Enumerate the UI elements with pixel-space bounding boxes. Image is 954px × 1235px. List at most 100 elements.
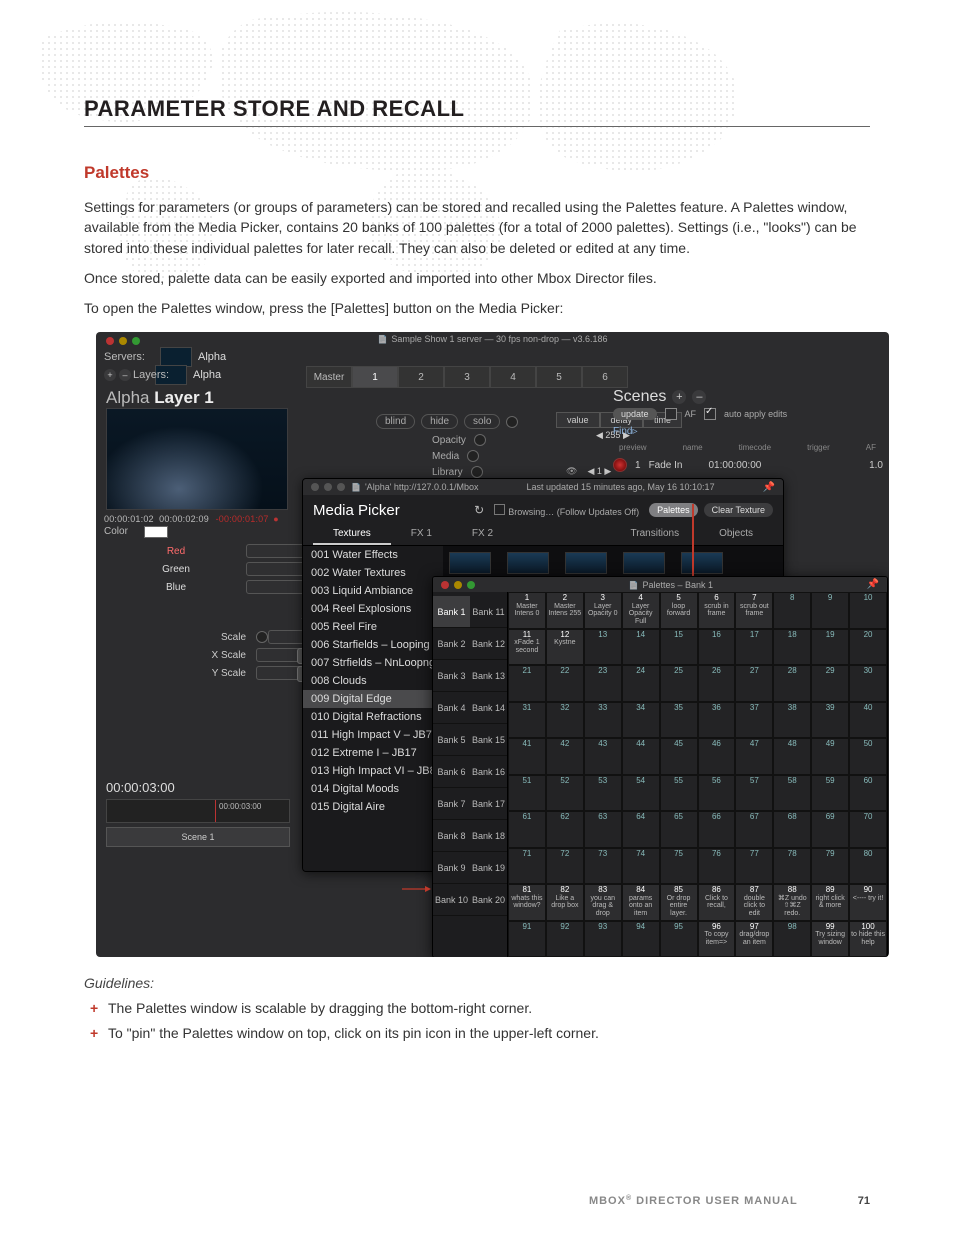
palette-cell[interactable]: 36 [698,702,736,739]
blind-button[interactable]: blind [376,414,415,429]
bank-button[interactable]: Bank 11 [470,596,507,628]
palette-cell[interactable]: 82Like a drop box [546,884,584,921]
palette-cell[interactable]: 51 [508,775,546,812]
palette-cell[interactable]: 87double click to edit [735,884,773,921]
palette-cell[interactable]: 5loop forward [660,592,698,629]
palette-cell[interactable]: 67 [735,811,773,848]
value-button[interactable]: value [556,412,600,428]
timeline-scene-block[interactable]: Scene 1 [106,827,290,847]
mp-list-item[interactable]: 010 Digital Refractions [303,708,443,726]
palette-cell[interactable]: 49 [811,738,849,775]
palette-cell[interactable]: 59 [811,775,849,812]
palette-cell[interactable]: 47 [735,738,773,775]
bank-button[interactable]: Bank 20 [470,884,507,916]
eye-icon[interactable] [566,466,577,477]
bank-button[interactable]: Bank 4 [433,692,470,724]
palette-cell[interactable]: 26 [698,665,736,702]
palette-cell[interactable]: 24 [622,665,660,702]
palette-cell[interactable]: 13 [584,629,622,666]
bank-button[interactable]: Bank 9 [433,852,470,884]
palette-cell[interactable]: 4Layer Opacity Full [622,592,660,629]
bank-button[interactable]: Bank 14 [470,692,507,724]
mp-list-item[interactable]: 007 Strfields – NnLoopng [303,654,443,672]
clear-texture-button[interactable]: Clear Texture [704,503,773,517]
tab-objects[interactable]: Objects [699,525,773,545]
timeline-track[interactable]: 00:00:03:00 [106,799,290,823]
palette-cell[interactable]: 78 [773,848,811,885]
palette-cell[interactable]: 74 [622,848,660,885]
palette-cell[interactable]: 11xFade 1 second [508,629,546,666]
layer-tab-3[interactable]: 3 [444,366,490,388]
palette-cell[interactable]: 95 [660,921,698,958]
bank-button[interactable]: Bank 5 [433,724,470,756]
solo-button[interactable]: solo [464,414,500,429]
mp-list-item[interactable]: 006 Starfields – Looping [303,636,443,654]
palette-cell[interactable]: 3Layer Opacity 0 [584,592,622,629]
tab-fx1[interactable]: FX 1 [391,525,452,545]
palette-cell[interactable]: 63 [584,811,622,848]
palette-cell[interactable]: 1Master Intens 0 [508,592,546,629]
mp-list-item[interactable]: 015 Digital Aire [303,798,443,816]
palette-cell[interactable]: 27 [735,665,773,702]
mp-texture-list[interactable]: 001 Water Effects002 Water Textures003 L… [303,546,443,872]
layer-tab-master[interactable]: Master [306,366,352,388]
palette-cell[interactable]: 79 [811,848,849,885]
palette-cell[interactable]: 34 [622,702,660,739]
palette-cell[interactable]: 37 [735,702,773,739]
layer-tab-4[interactable]: 4 [490,366,536,388]
layer-tab-1[interactable]: 1 [352,366,398,388]
palette-cell[interactable]: 6scrub in frame [698,592,736,629]
mp-list-item[interactable]: 003 Liquid Ambiance [303,582,443,600]
palette-cell[interactable]: 20 [849,629,887,666]
palette-cell[interactable]: 92 [546,921,584,958]
palette-cell[interactable]: 12Kystne [546,629,584,666]
palette-cell[interactable]: 28 [773,665,811,702]
color-swatch[interactable] [144,526,168,538]
palette-cell[interactable]: 32 [546,702,584,739]
layer-preview[interactable] [106,408,288,510]
bank-button[interactable]: Bank 8 [433,820,470,852]
palette-cell[interactable]: 96To copy item=> [698,921,736,958]
mp-list-item[interactable]: 008 Clouds [303,672,443,690]
mp-list-item[interactable]: 002 Water Textures [303,564,443,582]
palette-cell[interactable]: 91 [508,921,546,958]
palette-cell[interactable]: 23 [584,665,622,702]
palette-cell[interactable]: 99Try sizing window [811,921,849,958]
palette-cell[interactable]: 48 [773,738,811,775]
palette-cell[interactable]: 69 [811,811,849,848]
palette-cell[interactable]: 40 [849,702,887,739]
mp-list-item[interactable]: 012 Extreme I – JB17 [303,744,443,762]
palette-cell[interactable]: 75 [660,848,698,885]
bank-button[interactable]: Bank 16 [470,756,507,788]
palette-cell[interactable]: 88⌘Z undo ⇧⌘Z redo. [773,884,811,921]
palette-cell[interactable]: 45 [660,738,698,775]
palette-cell[interactable]: 100to hide this help [849,921,887,958]
palette-cell[interactable]: 83you can drag & drop [584,884,622,921]
palette-cell[interactable]: 68 [773,811,811,848]
value-stepper-1[interactable]: ◀ 1 ▶ [587,466,611,477]
palette-cell[interactable]: 19 [811,629,849,666]
library-radio[interactable] [471,466,483,478]
palette-cell[interactable]: 90<---- try it! [849,884,887,921]
mp-follow-checkbox[interactable] [494,504,505,515]
palette-cell[interactable]: 89right click & more [811,884,849,921]
mp-pin-icon[interactable] [763,482,775,493]
palette-cell[interactable]: 76 [698,848,736,885]
layer-tab-6[interactable]: 6 [582,366,628,388]
palette-cell[interactable]: 86Click to recall, [698,884,736,921]
palette-cell[interactable]: 98 [773,921,811,958]
palette-cell[interactable]: 53 [584,775,622,812]
mp-traffic-lights[interactable] [311,483,345,491]
tab-transitions[interactable]: Transitions [611,525,700,545]
scenes-find[interactable]: Find▹ [613,426,883,437]
palette-cell[interactable]: 46 [698,738,736,775]
bank-button[interactable]: Bank 12 [470,628,507,660]
palette-cell[interactable]: 61 [508,811,546,848]
palette-cell[interactable]: 56 [698,775,736,812]
palette-cell[interactable]: 94 [622,921,660,958]
bank-button[interactable]: Bank 19 [470,852,507,884]
palette-cell[interactable]: 17 [735,629,773,666]
bank-button[interactable]: Bank 10 [433,884,470,916]
mp-list-item[interactable]: 011 High Impact V – JB7 [303,726,443,744]
mp-list-item[interactable]: 009 Digital Edge [303,690,443,708]
